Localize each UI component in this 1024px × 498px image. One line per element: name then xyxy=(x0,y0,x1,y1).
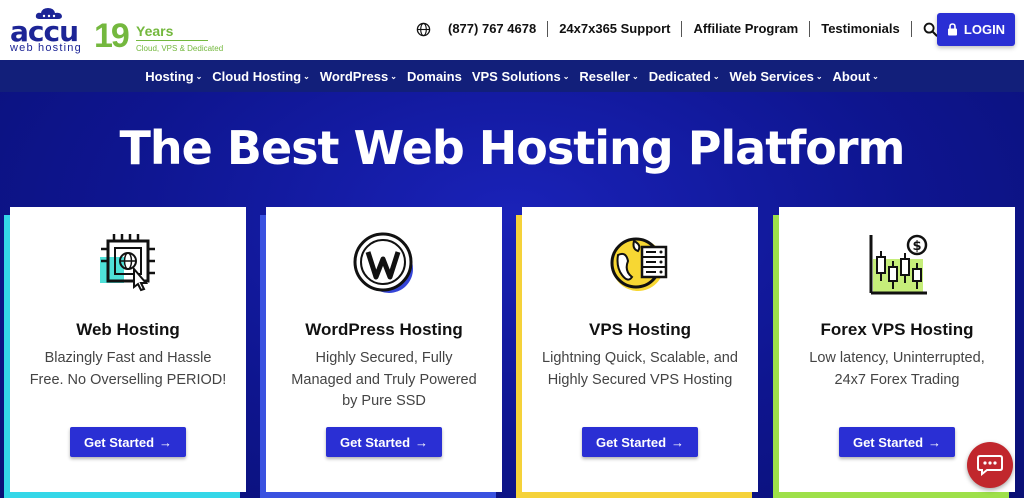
top-links: (877) 767 4678 24x7x365 Support Affiliat… xyxy=(414,18,940,40)
chip-globe-icon xyxy=(100,234,155,292)
nav-item-label: Cloud Hosting xyxy=(212,68,302,84)
card-vps-hosting: VPS Hosting Lightning Quick, Scalable, a… xyxy=(516,207,760,498)
button-label: Get Started xyxy=(83,434,155,450)
login-button[interactable]: LOGIN xyxy=(937,13,1015,46)
button-label: Get Started xyxy=(852,434,924,450)
card-body: VPS Hosting Lightning Quick, Scalable, a… xyxy=(522,207,758,492)
login-label: LOGIN xyxy=(963,22,1006,37)
logo-years-word: Years xyxy=(136,23,174,39)
logo-years-number: 19 xyxy=(94,17,130,55)
nav-item-label: WordPress xyxy=(319,68,389,84)
nav-item[interactable]: WordPress ⌄ xyxy=(315,69,402,84)
chat-button[interactable] xyxy=(967,442,1013,488)
card-title: Web Hosting xyxy=(76,320,180,339)
nav-item-label: About xyxy=(832,68,871,84)
hero-title: The Best Web Hosting Platform xyxy=(119,121,906,175)
card-wordpress-hosting: WordPress Hosting Highly Secured, Fully … xyxy=(260,207,504,498)
card-title: VPS Hosting xyxy=(588,320,691,339)
card-body: Web Hosting Blazingly Fast and Hassle Fr… xyxy=(10,207,246,492)
globe-server-icon xyxy=(610,237,668,291)
get-started-button[interactable]: Get Started → xyxy=(582,427,698,457)
card-title: Forex VPS Hosting xyxy=(820,320,974,339)
chat-bubble-icon xyxy=(977,455,1003,476)
nav-item[interactable]: Reseller ⌄ xyxy=(574,69,643,84)
card-description: Low latency, Uninterrupted, 24x7 Forex T… xyxy=(809,350,985,388)
arrow-right-icon: → xyxy=(159,434,173,450)
arrow-right-icon: → xyxy=(928,434,942,450)
nav-item-label: Dedicated xyxy=(648,68,711,84)
button-label: Get Started xyxy=(339,434,411,450)
candlestick-chart-icon: $ xyxy=(869,234,928,295)
arrow-right-icon: → xyxy=(415,434,429,450)
button-label: Get Started xyxy=(595,434,667,450)
globe-icon[interactable] xyxy=(414,20,432,38)
card-description: Blazingly Fast and Hassle Free. No Overs… xyxy=(29,350,227,388)
nav-item[interactable]: Domains xyxy=(402,69,467,84)
card-description: Lightning Quick, Scalable, and Highly Se… xyxy=(542,350,738,388)
chevron-down-icon: ⌄ xyxy=(815,71,823,81)
get-started-button[interactable]: Get Started → xyxy=(70,427,186,457)
logo-subtitle: web hosting xyxy=(10,42,82,54)
phone-link[interactable]: (877) 767 4678 xyxy=(448,21,549,37)
chevron-down-icon: ⌄ xyxy=(562,71,570,81)
lock-icon xyxy=(947,23,957,36)
logo-divider xyxy=(136,40,208,41)
nav-item[interactable]: Cloud Hosting ⌄ xyxy=(207,69,315,84)
card-description: Highly Secured, Fully Managed and Truly … xyxy=(291,350,477,409)
wordpress-icon xyxy=(353,232,413,293)
card-web-hosting: Web Hosting Blazingly Fast and Hassle Fr… xyxy=(4,207,248,498)
arrow-right-icon: → xyxy=(671,434,685,450)
nav-item-label: Domains xyxy=(406,68,462,84)
nav-item[interactable]: Dedicated ⌄ xyxy=(644,69,725,84)
hero-section: The Best Web Hosting Platform Web Hostin… xyxy=(0,92,1024,498)
nav-item[interactable]: About ⌄ xyxy=(828,69,884,84)
top-header: accu web hosting 19 Years Cloud, VPS & D… xyxy=(0,0,1024,60)
support-link[interactable]: 24x7x365 Support xyxy=(548,21,683,37)
accu-logo[interactable]: accu web hosting 19 Years Cloud, VPS & D… xyxy=(8,4,223,56)
testimonials-link[interactable]: Testimonials xyxy=(810,21,912,37)
logo-tagline: Cloud, VPS & Dedicated xyxy=(136,44,224,53)
main-nav: Hosting ⌄ Cloud Hosting ⌄ WordPress ⌄ Domains V… xyxy=(0,60,1024,92)
chevron-down-icon: ⌄ xyxy=(872,71,879,81)
nav-item-label: Web Services xyxy=(729,68,814,84)
nav-item[interactable]: Hosting ⌄ xyxy=(140,69,207,84)
chevron-down-icon: ⌄ xyxy=(195,71,203,81)
card-title: WordPress Hosting xyxy=(305,320,463,339)
chevron-down-icon: ⌄ xyxy=(303,71,310,81)
svg-text:$: $ xyxy=(912,239,921,254)
nav-item[interactable]: Web Services ⌄ xyxy=(725,69,828,84)
card-body: WordPress Hosting Highly Secured, Fully … xyxy=(266,207,502,492)
nav-item-label: VPS Solutions xyxy=(471,68,561,84)
chevron-down-icon: ⌄ xyxy=(712,71,720,81)
nav-item[interactable]: VPS Solutions ⌄ xyxy=(467,69,575,84)
chevron-down-icon: ⌄ xyxy=(390,71,397,81)
affiliate-link[interactable]: Affiliate Program xyxy=(682,21,811,37)
nav-item-label: Reseller xyxy=(579,68,630,84)
get-started-button[interactable]: Get Started → xyxy=(839,427,955,457)
get-started-button[interactable]: Get Started → xyxy=(326,427,442,457)
nav-item-label: Hosting xyxy=(145,68,194,84)
chevron-down-icon: ⌄ xyxy=(631,71,639,81)
